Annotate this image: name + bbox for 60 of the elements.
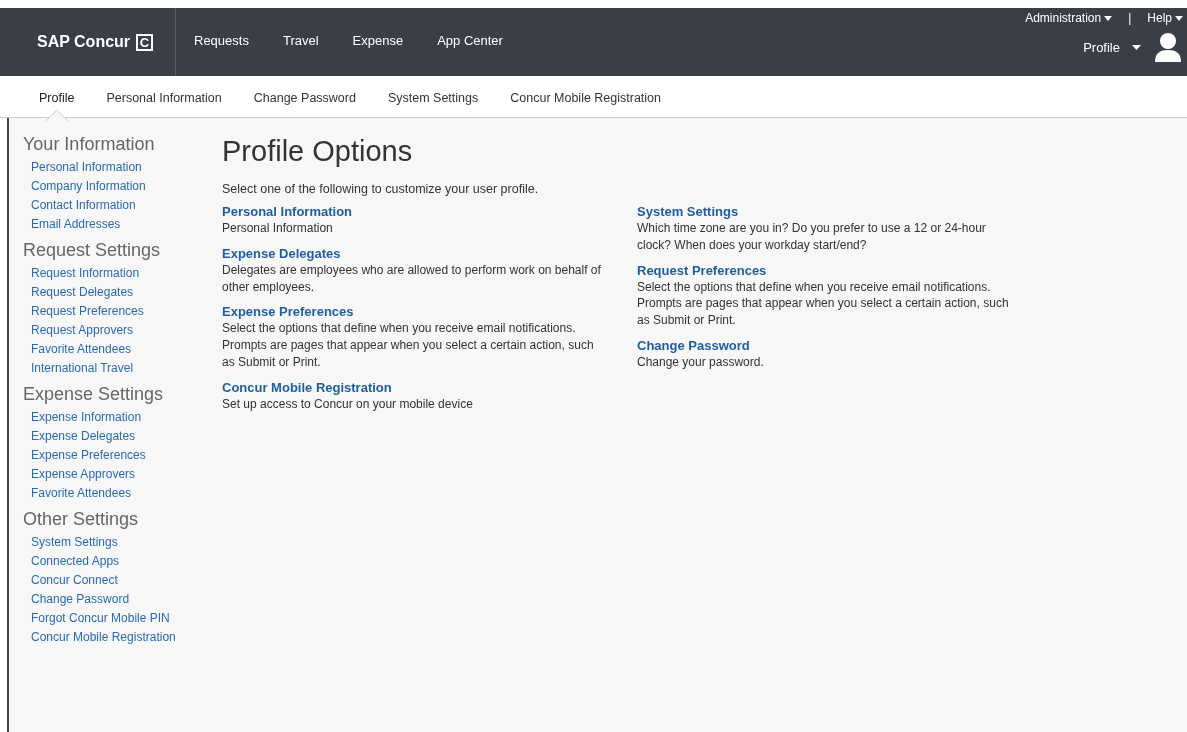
option-link[interactable]: Expense Preferences (222, 304, 607, 320)
option-description: Set up access to Concur on your mobile device (222, 395, 474, 413)
user-icon[interactable] (1155, 32, 1181, 62)
option-link[interactable]: System Settings (637, 204, 1022, 219)
option-description: Personal Information (222, 220, 334, 237)
tab[interactable]: System Settings (387, 90, 479, 105)
tab[interactable]: Concur Mobile Registration (510, 90, 662, 105)
sidebar-link[interactable]: Change Password (31, 592, 214, 606)
option-description: Delegates are employees who are allowed to perform work on behalf of other employees. (222, 261, 602, 296)
menu-link[interactable]: Help (1147, 11, 1183, 25)
sidebar-link[interactable]: International Travel (31, 361, 214, 375)
option-description: Select the options that define when you receive email notifications. Prompts are pages that appear when you select a certain action, such as Submit or Print. (222, 320, 595, 371)
sidebar-link[interactable]: Favorite Attendees (31, 486, 214, 500)
sidebar-link[interactable]: Expense Approvers (31, 467, 214, 481)
section-heading: Expense Settings (23, 384, 165, 405)
nav-link[interactable]: Requests (194, 32, 249, 48)
logo-text[interactable]: SAP Concur (37, 33, 131, 51)
option-link[interactable]: Expense Delegates (222, 245, 607, 261)
sidebar-link[interactable]: Personal Information (31, 160, 214, 174)
caret-icon (1132, 44, 1141, 50)
caret-icon (1175, 15, 1183, 21)
sidebar-link[interactable]: Request Delegates (31, 285, 214, 299)
tab[interactable]: Change Password (253, 90, 356, 105)
sidebar-link[interactable]: Contact Information (31, 198, 214, 212)
sidebar-link[interactable]: Request Approvers (31, 323, 214, 337)
intro-text: Select one of the following to customize your user profile. (222, 182, 540, 196)
option-link[interactable]: Personal Information (222, 204, 607, 219)
tab[interactable]: Personal Information (106, 90, 222, 105)
sidebar-link[interactable]: Favorite Attendees (31, 342, 214, 356)
sidebar-link[interactable]: Expense Preferences (31, 448, 214, 462)
sidebar-link[interactable]: Email Addresses (31, 217, 214, 231)
section-heading: Request Settings (23, 240, 162, 261)
sidebar-link[interactable]: System Settings (31, 535, 214, 549)
caret-icon (1104, 15, 1113, 21)
separator: | (1128, 11, 1132, 25)
section-heading: Your Information (23, 134, 156, 155)
logo-mark[interactable]: C (136, 33, 154, 51)
sidebar-link[interactable]: Concur Connect (31, 573, 214, 587)
section-heading: Other Settings (23, 509, 140, 530)
sidebar-link[interactable]: Expense Information (31, 410, 214, 424)
option-link[interactable]: Request Preferences (637, 262, 1022, 278)
sidebar-link[interactable]: Request Information (31, 266, 214, 280)
nav-link[interactable]: App Center (437, 32, 503, 48)
menu-link[interactable]: Administration (1025, 11, 1113, 25)
sidebar-link[interactable]: Expense Delegates (31, 429, 214, 443)
sidebar-link[interactable]: Request Preferences (31, 304, 214, 318)
sidebar-link[interactable]: Concur Mobile Registration (31, 630, 214, 644)
nav-link[interactable]: Expense (352, 32, 404, 48)
sidebar-link[interactable]: Forgot Concur Mobile PIN (31, 611, 214, 625)
option-description: Change your password. (637, 354, 765, 371)
tab[interactable]: Profile (39, 90, 75, 105)
sidebar-link[interactable]: Company Information (31, 179, 214, 193)
page-title: Profile Options (222, 135, 414, 168)
option-description: Select the options that define when you receive email notifications. Prompts are pages that appear when you select a certain action, such as Submit or Print. (637, 278, 1010, 329)
option-description: Which time zone are you in? Do you prefer to use a 12 or 24-hour clock? When does your workday start/end? (637, 220, 987, 254)
sidebar-link[interactable]: Connected Apps (31, 554, 214, 568)
nav-link[interactable]: Travel (282, 32, 319, 48)
option-link[interactable]: Concur Mobile Registration (222, 379, 607, 395)
profile-menu[interactable]: Profile (1083, 39, 1141, 55)
option-link[interactable]: Change Password (637, 338, 1022, 353)
